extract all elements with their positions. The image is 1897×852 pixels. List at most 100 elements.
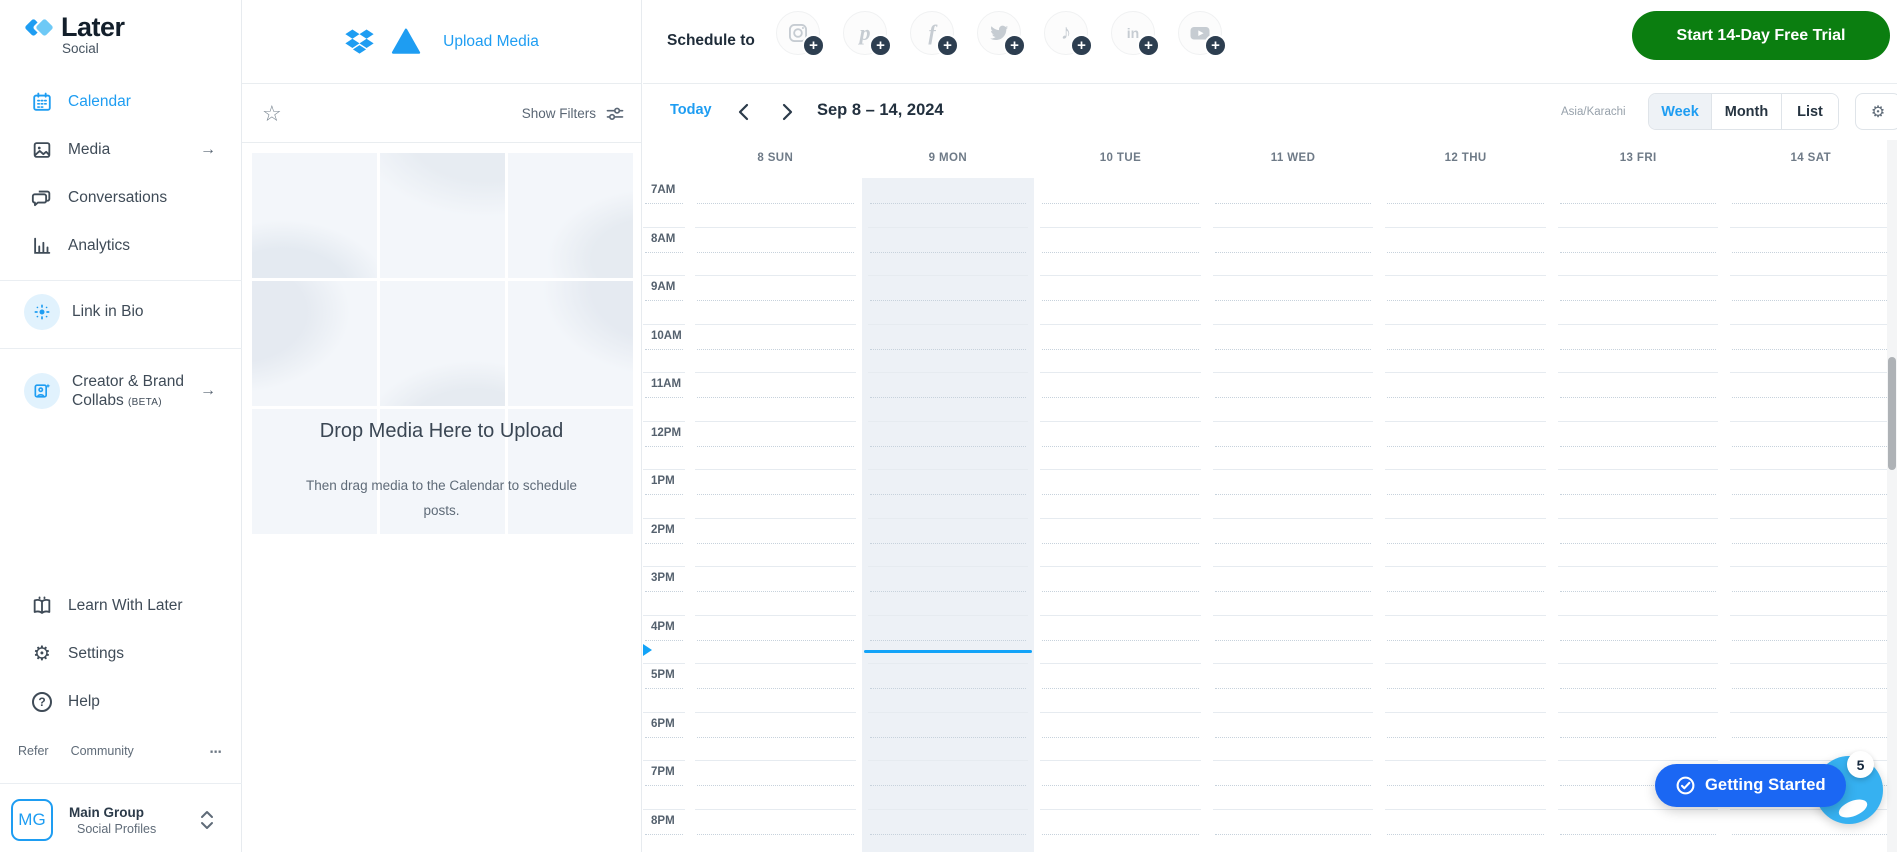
arrow-right-icon: → (200, 382, 216, 400)
later-logo[interactable]: Later Social (26, 12, 125, 56)
sidebar-item-media[interactable]: Media → (0, 126, 242, 174)
chevron-right-icon[interactable] (775, 100, 799, 124)
calendar-cell (1379, 372, 1552, 421)
chevron-left-icon[interactable] (731, 100, 755, 124)
calendar-cell (862, 809, 1035, 852)
calendar-cell (1724, 712, 1897, 761)
day-column-tue[interactable] (1034, 178, 1207, 852)
add-twitter-button[interactable]: + (977, 11, 1021, 55)
calendar-cell (1207, 712, 1380, 761)
calendar-cell (689, 712, 862, 761)
calendar-cell (689, 760, 862, 809)
calendar-cell (1034, 760, 1207, 809)
brand-sub: Social (62, 41, 125, 56)
collabs-icon (24, 373, 60, 409)
tab-list[interactable]: List (1782, 94, 1838, 129)
time-row: 8AM (643, 227, 689, 276)
calendar-cell (1034, 324, 1207, 373)
calendar-cell (862, 615, 1035, 664)
add-linkedin-button[interactable]: in + (1111, 11, 1155, 55)
time-row: 7PM (643, 760, 689, 809)
calendar-cell (1724, 469, 1897, 518)
plus-icon: + (1204, 34, 1227, 57)
add-pinterest-button[interactable]: p + (843, 11, 887, 55)
upload-media-button[interactable]: Upload Media (443, 33, 539, 51)
scrollbar-thumb[interactable] (1888, 357, 1896, 470)
calendar-cell (1207, 518, 1380, 567)
sidebar-item-analytics[interactable]: Analytics (0, 222, 242, 270)
schedule-to-bar: Schedule to + p + f + + (643, 0, 1897, 84)
time-row: 1PM (643, 469, 689, 518)
show-filters-button[interactable]: Show Filters (522, 104, 625, 124)
calendar-cell (1724, 663, 1897, 712)
conversations-icon (30, 186, 54, 210)
calendar-cell (1724, 372, 1897, 421)
book-icon (30, 594, 54, 618)
sidebar-item-collabs[interactable]: Creator & Brand Collabs (BETA) → (0, 356, 242, 426)
calendar-cell (689, 227, 862, 276)
tab-month[interactable]: Month (1712, 94, 1782, 129)
google-drive-icon[interactable] (391, 28, 421, 55)
sidebar-item-conversations[interactable]: Conversations (0, 174, 242, 222)
day-column-sun[interactable] (689, 178, 862, 852)
calendar-settings-button[interactable]: ⚙ (1855, 93, 1897, 130)
chevron-updown-icon[interactable] (200, 809, 214, 831)
getting-started-label: Getting Started (1705, 776, 1826, 795)
calendar-cell (1034, 178, 1207, 227)
day-column-thu[interactable] (1379, 178, 1552, 852)
calendar-cell (862, 712, 1035, 761)
add-tiktok-button[interactable]: ♪ + (1044, 11, 1088, 55)
calendar-cell (1379, 227, 1552, 276)
media-filter-bar: ☆ Show Filters (242, 85, 641, 143)
sidebar-item-label: Calendar (68, 92, 131, 111)
calendar-cell (1034, 469, 1207, 518)
day-column-mon[interactable] (862, 178, 1035, 852)
tab-week[interactable]: Week (1649, 94, 1712, 129)
time-label: 7AM (651, 184, 675, 196)
calendar-cell (1379, 760, 1552, 809)
getting-started-button[interactable]: Getting Started (1655, 764, 1846, 807)
day-header: 13 FRI (1552, 140, 1725, 178)
sidebar-item-settings[interactable]: ⚙ Settings (0, 630, 242, 678)
calendar-grid: 7AM8AM9AM10AM11AM12PM1PM2PM3PM4PM5PM6PM7… (643, 178, 1897, 852)
sidebar-item-link-in-bio[interactable]: Link in Bio (0, 288, 242, 336)
today-button[interactable]: Today (670, 102, 712, 118)
calendar-cell (1724, 324, 1897, 373)
time-row: 6PM (643, 712, 689, 761)
sidebar-links: Refer Community ⋯ (0, 738, 242, 764)
add-youtube-button[interactable]: + (1178, 11, 1222, 55)
sidebar-item-help[interactable]: ? Help (0, 678, 242, 726)
calendar-pane: Schedule to + p + f + + (643, 0, 1897, 852)
later-logo-icon (26, 18, 56, 38)
calendar-cell (1034, 809, 1207, 852)
sidebar-item-label: Link in Bio (72, 302, 144, 321)
day-column-fri[interactable] (1552, 178, 1725, 852)
calendar-cell (1724, 518, 1897, 567)
calendar-cell (689, 421, 862, 470)
day-column-wed[interactable] (1207, 178, 1380, 852)
scrollbar-track (1887, 140, 1897, 852)
add-facebook-button[interactable]: f + (910, 11, 954, 55)
start-trial-button[interactable]: Start 14-Day Free Trial (1632, 11, 1890, 60)
calendar-cell (1034, 615, 1207, 664)
calendar-cell (862, 469, 1035, 518)
calendar-cell (1552, 712, 1725, 761)
more-options-icon[interactable]: ⋯ (210, 744, 225, 759)
dropbox-icon[interactable] (344, 28, 375, 55)
calendar-cell (1207, 275, 1380, 324)
add-instagram-button[interactable]: + (776, 11, 820, 55)
refer-link[interactable]: Refer (18, 744, 49, 758)
plus-icon: + (1070, 34, 1093, 57)
group-name: Main Group (69, 805, 156, 820)
community-link[interactable]: Community (71, 744, 134, 758)
profile-switcher[interactable]: MG Main Group Social Profiles (0, 792, 242, 848)
sidebar-item-calendar[interactable]: Calendar (0, 78, 242, 126)
notification-badge: 5 (1847, 751, 1874, 778)
analytics-icon (30, 234, 54, 258)
sidebar-divider (0, 280, 242, 281)
calendar-cell (1379, 809, 1552, 852)
sidebar-item-learn[interactable]: Learn With Later (0, 582, 242, 630)
day-column-sat[interactable] (1724, 178, 1897, 852)
star-icon[interactable]: ☆ (262, 103, 282, 125)
sidebar-item-label: Learn With Later (68, 596, 183, 615)
